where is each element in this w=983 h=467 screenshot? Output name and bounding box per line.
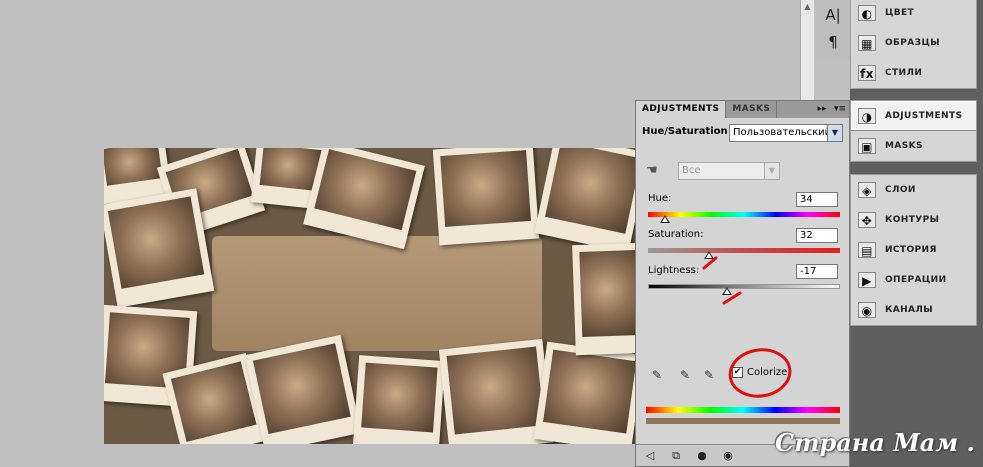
lightness-slider-track[interactable] bbox=[648, 284, 840, 289]
panel-tab-bar: ADJUSTMENTS MASKS ▸▸ ▾≡ bbox=[636, 101, 849, 118]
targeted-adjust-hand-icon[interactable]: ☚ bbox=[646, 163, 664, 179]
dock-item-layers[interactable]: ◈ СЛОИ bbox=[851, 175, 976, 205]
range-value: Все bbox=[682, 165, 701, 176]
hue-slider-thumb[interactable] bbox=[660, 215, 671, 223]
polaroid-photo bbox=[572, 242, 636, 356]
channels-icon: ◉ bbox=[858, 302, 876, 318]
range-dropdown[interactable]: Все ▼ bbox=[678, 162, 780, 180]
swatches-grid-icon: ▦ bbox=[858, 35, 876, 51]
scroll-up-arrow-icon[interactable]: ▲ bbox=[803, 2, 812, 11]
tab-adjustments[interactable]: ADJUSTMENTS bbox=[636, 101, 727, 118]
preset-dropdown[interactable]: Пользовательский ▼ bbox=[729, 124, 843, 142]
hue-slider-track[interactable] bbox=[648, 212, 840, 217]
dock-item-masks[interactable]: ▣ MASKS bbox=[851, 131, 976, 161]
preset-value: Пользовательский bbox=[733, 127, 832, 138]
mask-circle-icon[interactable]: ● bbox=[694, 448, 710, 464]
visibility-eye-icon[interactable]: ◉ bbox=[720, 448, 736, 464]
actions-icon: ▶ bbox=[858, 272, 876, 288]
panel-dock: ◐ ЦВЕТ ▦ ОБРАЗЦЫ fx СТИЛИ ◑ ADJUSTMENTS … bbox=[850, 0, 983, 467]
dock-item-label: ОПЕРАЦИИ bbox=[885, 275, 947, 285]
adjustments-icon: ◑ bbox=[858, 108, 876, 124]
input-color-spectrum-bar bbox=[646, 407, 840, 413]
dock-item-label: ADJUSTMENTS bbox=[885, 111, 963, 121]
lightness-label: Lightness: bbox=[648, 265, 700, 276]
layers-icon: ◈ bbox=[858, 182, 876, 198]
hue-label: Hue: bbox=[648, 193, 672, 204]
lightness-slider-thumb[interactable] bbox=[721, 287, 732, 295]
eyedropper-icon[interactable]: ✎ bbox=[650, 367, 664, 383]
hue-value-field[interactable]: 34 bbox=[796, 192, 838, 207]
colorize-label: Colorize bbox=[747, 367, 788, 378]
collage-center-card bbox=[212, 236, 542, 351]
saturation-label: Saturation: bbox=[648, 229, 704, 240]
dock-item-label: КОНТУРЫ bbox=[885, 215, 940, 225]
chevron-down-icon[interactable]: ▼ bbox=[764, 163, 779, 179]
eyedropper-plus-icon[interactable]: ✎ bbox=[678, 367, 692, 383]
dock-item-actions[interactable]: ▶ ОПЕРАЦИИ bbox=[851, 265, 976, 295]
dock-item-channels[interactable]: ◉ КАНАЛЫ bbox=[851, 295, 976, 325]
photo-collage-image[interactable] bbox=[104, 148, 636, 444]
collapsed-tool-strip: A| ¶ bbox=[816, 0, 850, 60]
styles-fx-icon: fx bbox=[858, 65, 876, 81]
paragraph-icon[interactable]: ¶ bbox=[819, 30, 847, 54]
dock-item-label: СТИЛИ bbox=[885, 68, 923, 78]
panel-menu-icon[interactable]: ▾≡ bbox=[831, 101, 849, 118]
dock-item-styles[interactable]: fx СТИЛИ bbox=[851, 58, 976, 88]
collapse-panel-icon[interactable]: ▸▸ bbox=[813, 101, 831, 118]
colorize-checkbox-group[interactable]: ✔ Colorize bbox=[732, 367, 787, 378]
output-color-bar bbox=[646, 418, 840, 424]
adjustment-title: Hue/Saturation bbox=[642, 126, 728, 137]
tab-masks[interactable]: MASKS bbox=[726, 101, 778, 118]
polaroid-photo bbox=[104, 188, 215, 308]
dock-group-layers: ◈ СЛОИ ✥ КОНТУРЫ ▤ ИСТОРИЯ ▶ ОПЕРАЦИИ ◉ … bbox=[850, 174, 977, 326]
polaroid-photo bbox=[533, 341, 636, 444]
polaroid-photo bbox=[534, 148, 636, 253]
saturation-slider-track[interactable] bbox=[648, 248, 840, 253]
color-palette-icon: ◐ bbox=[858, 5, 876, 21]
colorize-checkbox[interactable]: ✔ bbox=[732, 367, 743, 378]
dock-item-label: MASKS bbox=[885, 141, 923, 151]
saturation-slider-thumb[interactable] bbox=[704, 251, 715, 259]
clip-to-layer-icon[interactable]: ⧉ bbox=[668, 448, 684, 464]
dock-item-history[interactable]: ▤ ИСТОРИЯ bbox=[851, 235, 976, 265]
dock-item-label: КАНАЛЫ bbox=[885, 305, 934, 315]
lightness-value-field[interactable]: -17 bbox=[796, 264, 838, 279]
dock-group-adjustments: ◑ ADJUSTMENTS ▣ MASKS bbox=[850, 100, 977, 162]
polaroid-photo bbox=[244, 334, 362, 444]
polaroid-photo bbox=[303, 148, 425, 250]
polaroid-photo bbox=[432, 148, 540, 246]
dock-item-label: ЦВЕТ bbox=[885, 8, 915, 18]
dock-item-swatches[interactable]: ▦ ОБРАЗЦЫ bbox=[851, 28, 976, 58]
eyedropper-minus-icon[interactable]: ✎ bbox=[702, 367, 716, 383]
dock-item-adjustments[interactable]: ◑ ADJUSTMENTS bbox=[851, 101, 976, 131]
saturation-value-field[interactable]: 32 bbox=[796, 228, 838, 243]
dock-item-label: СЛОИ bbox=[885, 185, 916, 195]
adjustments-panel: ADJUSTMENTS MASKS ▸▸ ▾≡ Hue/Saturation П… bbox=[635, 100, 850, 467]
dock-item-label: ОБРАЗЦЫ bbox=[885, 38, 940, 48]
watermark-logo: Страна Мам . ру bbox=[775, 428, 983, 457]
dock-item-paths[interactable]: ✥ КОНТУРЫ bbox=[851, 205, 976, 235]
paths-icon: ✥ bbox=[858, 212, 876, 228]
dock-item-color[interactable]: ◐ ЦВЕТ bbox=[851, 0, 976, 28]
character-icon[interactable]: A| bbox=[819, 3, 847, 27]
chevron-down-icon[interactable]: ▼ bbox=[827, 125, 842, 141]
polaroid-photo bbox=[352, 355, 446, 444]
masks-icon: ▣ bbox=[858, 138, 876, 154]
history-icon: ▤ bbox=[858, 242, 876, 258]
dock-item-label: ИСТОРИЯ bbox=[885, 245, 937, 255]
back-arrow-icon[interactable]: ◁ bbox=[642, 448, 658, 464]
dock-group-color: ◐ ЦВЕТ ▦ ОБРАЗЦЫ fx СТИЛИ bbox=[850, 0, 977, 89]
